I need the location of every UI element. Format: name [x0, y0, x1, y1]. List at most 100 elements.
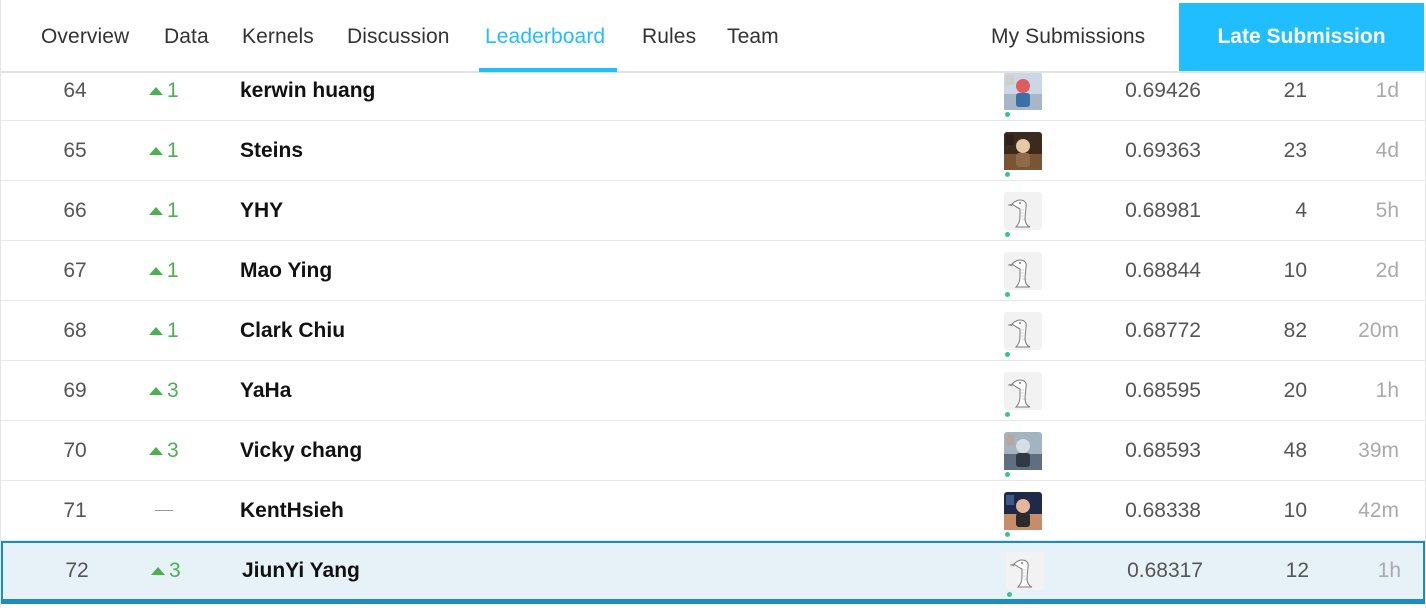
rank-change: 1 — [141, 301, 201, 360]
rank-change-value: 1 — [167, 258, 179, 282]
rank: 68 — [63, 318, 87, 342]
tab-kernels[interactable]: Kernels — [242, 0, 314, 73]
team-members — [1003, 121, 1043, 180]
leaderboard-row[interactable]: 71 KentHsieh 0.68338 10 42m — [1, 481, 1425, 541]
team-members — [1003, 241, 1043, 300]
team-name[interactable]: YaHa — [240, 361, 840, 420]
last-submission-time: 39m — [1358, 438, 1399, 462]
rank-change-value: 1 — [167, 138, 179, 162]
online-status-dot — [1005, 231, 1010, 237]
leaderboard-row[interactable]: 70 3 Vicky chang 0.68593 48 39m — [1, 421, 1425, 481]
last-submission-time: 4d — [1375, 138, 1399, 162]
online-status-dot — [1005, 171, 1010, 177]
tab-leaderboard[interactable]: Leaderboard — [485, 0, 605, 73]
up-arrow-icon — [149, 206, 163, 215]
rank-change-value: 1 — [167, 318, 179, 342]
active-tab-indicator — [479, 68, 617, 72]
team-name[interactable]: KentHsieh — [240, 481, 840, 540]
avatar[interactable] — [1004, 491, 1042, 537]
score: 0.68595 — [1125, 378, 1201, 402]
team-name[interactable]: Mao Ying — [240, 241, 840, 300]
team-name[interactable]: YHY — [240, 181, 840, 240]
entries-count: 82 — [1283, 318, 1307, 342]
team-name[interactable]: Steins — [240, 121, 840, 180]
leaderboard-page: Overview Data Kernels Discussion Leaderb… — [0, 0, 1426, 608]
team-members — [1003, 361, 1043, 420]
entries-count: 48 — [1283, 438, 1307, 462]
team-members — [1003, 301, 1043, 360]
tab-overview[interactable]: Overview — [41, 0, 129, 73]
rank-change-value: 1 — [167, 78, 179, 102]
online-status-dot — [1005, 411, 1010, 417]
default-goose-avatar-icon[interactable] — [1004, 311, 1042, 357]
leaderboard-row[interactable]: 69 3 YaHa 0.68595 20 1h — [1, 361, 1425, 421]
score: 0.69363 — [1125, 138, 1201, 162]
entries-count: 10 — [1283, 258, 1307, 282]
score: 0.68844 — [1125, 258, 1201, 282]
team-members — [1003, 481, 1043, 540]
up-arrow-icon — [149, 326, 163, 335]
rank: 69 — [63, 378, 87, 402]
tab-team[interactable]: Team — [727, 0, 779, 73]
last-submission-time: 5h — [1375, 198, 1399, 222]
rank-change: 1 — [141, 181, 201, 240]
rank-change-value: 3 — [167, 378, 179, 402]
rank-change-value: 1 — [167, 198, 179, 222]
tab-rules[interactable]: Rules — [642, 0, 696, 73]
rank: 71 — [63, 498, 87, 522]
online-status-dot — [1005, 531, 1010, 537]
team-name[interactable]: Clark Chiu — [240, 301, 840, 360]
default-goose-avatar-icon[interactable] — [1004, 251, 1042, 297]
last-submission-time: 1h — [1375, 378, 1399, 402]
score: 0.68772 — [1125, 318, 1201, 342]
avatar[interactable] — [1004, 131, 1042, 177]
late-submission-button[interactable]: Late Submission — [1179, 3, 1424, 71]
last-submission-time: 42m — [1358, 498, 1399, 522]
entries-count: 20 — [1283, 378, 1307, 402]
avatar[interactable] — [1004, 431, 1042, 477]
score: 0.68981 — [1125, 198, 1201, 222]
avatar[interactable] — [1004, 71, 1042, 117]
leaderboard-row-current-user[interactable]: 72 3 JiunYi Yang 0.68317 12 1h — [1, 541, 1425, 604]
score: 0.68338 — [1125, 498, 1201, 522]
online-status-dot — [1005, 291, 1010, 297]
leaderboard-row[interactable]: 65 1 Steins 0.69363 23 4d — [1, 121, 1425, 181]
up-arrow-icon — [149, 386, 163, 395]
tab-discussion[interactable]: Discussion — [347, 0, 450, 73]
entries-count: 4 — [1295, 198, 1307, 222]
leaderboard-row[interactable]: 66 1 YHY 0.68981 4 5h — [1, 181, 1425, 241]
online-status-dot — [1005, 351, 1010, 357]
default-goose-avatar-icon[interactable] — [1004, 191, 1042, 237]
rank: 66 — [63, 198, 87, 222]
leaderboard-row[interactable]: 67 1 Mao Ying 0.68844 10 2d — [1, 241, 1425, 301]
score: 0.68593 — [1125, 438, 1201, 462]
last-submission-time: 1h — [1377, 559, 1401, 582]
online-status-dot — [1005, 471, 1010, 477]
team-members — [1003, 421, 1043, 480]
leaderboard-row[interactable]: 68 1 Clark Chiu 0.68772 82 20m — [1, 301, 1425, 361]
team-name[interactable]: JiunYi Yang — [242, 543, 842, 599]
competition-nav: Overview Data Kernels Discussion Leaderb… — [1, 0, 1426, 73]
rank: 70 — [63, 438, 87, 462]
team-members — [1003, 181, 1043, 240]
entries-count: 12 — [1285, 559, 1309, 582]
leaderboard-table: 64 1 kerwin huang 0.69426 21 1d 65 1 Steins 0.693… — [1, 61, 1425, 604]
team-name[interactable]: Vicky chang — [240, 421, 840, 480]
up-arrow-icon — [149, 146, 163, 155]
my-submissions-link[interactable]: My Submissions — [991, 0, 1145, 73]
default-goose-avatar-icon[interactable] — [1004, 371, 1042, 417]
rank-change: 1 — [141, 241, 201, 300]
tab-data[interactable]: Data — [164, 0, 209, 73]
online-status-dot — [1007, 592, 1012, 597]
rank: 65 — [63, 138, 87, 162]
no-change-dash-icon — [155, 510, 173, 511]
rank-change-value: 3 — [169, 559, 181, 582]
rank-change-value: 3 — [167, 438, 179, 462]
default-goose-avatar-icon[interactable] — [1006, 552, 1044, 597]
rank-change: 1 — [141, 121, 201, 180]
rank-change: 3 — [141, 361, 201, 420]
entries-count: 23 — [1283, 138, 1307, 162]
up-arrow-icon — [149, 446, 163, 455]
up-arrow-icon — [149, 86, 163, 95]
last-submission-time: 2d — [1375, 258, 1399, 282]
